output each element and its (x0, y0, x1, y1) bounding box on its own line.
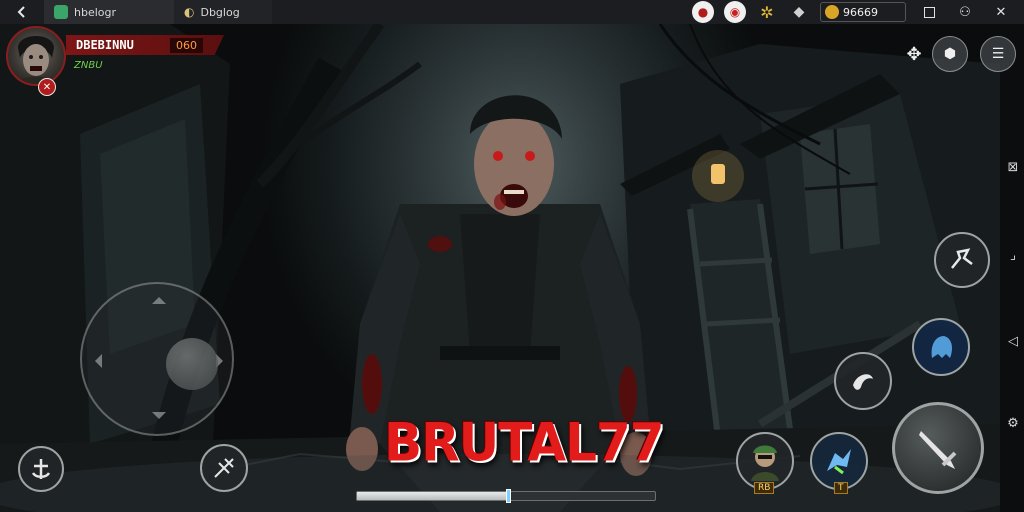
alert-icon[interactable]: ● (692, 1, 714, 23)
account-button[interactable]: ⚇ (952, 1, 978, 23)
attack-button[interactable] (892, 402, 984, 494)
record-icon[interactable]: ◉ (724, 1, 746, 23)
top-right-tray: ● ◉ ✲ ◆ 96669 ⚇ ✕ (692, 0, 1024, 24)
account-icon: ⚇ (959, 4, 971, 20)
tab-favicon (54, 5, 68, 19)
joystick-right-arrow (216, 354, 230, 368)
coin-icon (825, 5, 839, 19)
anchor-icon (31, 459, 51, 479)
game-logo: BRUTAL77 (384, 412, 665, 474)
zombie-portrait (16, 36, 56, 84)
joystick-up-arrow (152, 290, 166, 304)
player-name: DBEBINNU (76, 38, 134, 52)
sparkle-button[interactable]: ✥ (896, 36, 932, 72)
anchor-button[interactable] (18, 446, 64, 492)
claw-icon (853, 374, 873, 390)
menu-icon: ☰ (991, 46, 1005, 62)
window-restore-icon (923, 6, 935, 18)
progress-fill (357, 492, 509, 500)
player-tag: ZNBU (74, 60, 103, 71)
back-triangle-icon[interactable]: ◁ (1004, 332, 1022, 350)
player-namebar: DBEBINNU 060 (66, 35, 224, 55)
skill-slot1-label: RB (754, 482, 775, 494)
joystick-down-arrow (152, 412, 166, 426)
ghost-skill-button[interactable] (912, 318, 970, 376)
progress-knob (505, 489, 511, 503)
menu-button[interactable]: ☰ (980, 36, 1016, 72)
player-avatar[interactable] (6, 26, 66, 86)
pin-icon: ◐ (184, 5, 195, 19)
sparkle-icon: ✥ (906, 43, 922, 65)
joystick-knob[interactable] (166, 338, 218, 390)
player-score: 060 (170, 37, 203, 53)
coin-counter[interactable]: 96669 (820, 2, 906, 22)
settings-cog-icon[interactable]: ⚙ (1004, 414, 1022, 432)
browser-top-bar: hbelogr ◐ Dbglog ● ◉ ✲ ◆ 96669 ⚇ ✕ (0, 0, 1024, 24)
tab-label: hbelogr (74, 5, 117, 19)
soldier-portrait-icon (751, 445, 779, 481)
leap-icon (951, 248, 973, 269)
ice-shard-icon (827, 449, 851, 475)
shield-button[interactable]: ⬢ (932, 36, 968, 72)
loading-progress-bar (356, 489, 656, 503)
movement-joystick[interactable] (80, 282, 234, 436)
close-icon: ✕ (995, 4, 1007, 20)
close-button[interactable]: ✕ (988, 1, 1014, 23)
window-restore-button[interactable] (916, 1, 942, 23)
avatar-badge[interactable]: ✕ (38, 78, 56, 96)
crossbow-button[interactable] (200, 444, 248, 492)
expand-icon[interactable]: ⌟ (1004, 246, 1022, 264)
tab-label: Dbglog (200, 5, 240, 19)
ghost-icon (931, 336, 952, 358)
back-icon (17, 6, 25, 18)
shield-icon: ⬢ (943, 46, 957, 62)
gear-icon[interactable]: ✲ (756, 1, 778, 23)
jump-button[interactable] (934, 232, 990, 288)
grab-button[interactable] (834, 352, 892, 410)
sword-icon (919, 431, 957, 469)
bell-icon[interactable]: ◆ (788, 1, 810, 23)
joystick-left-arrow (88, 354, 102, 368)
tab-active[interactable]: hbelogr (44, 0, 174, 24)
compass-icon[interactable]: ⊠ (1004, 158, 1022, 176)
skill-slot2-label: T (834, 482, 848, 494)
tab-inactive[interactable]: ◐ Dbglog (174, 0, 272, 24)
coin-value: 96669 (843, 5, 878, 19)
back-button[interactable] (0, 0, 44, 24)
crossbow-icon (214, 458, 234, 478)
